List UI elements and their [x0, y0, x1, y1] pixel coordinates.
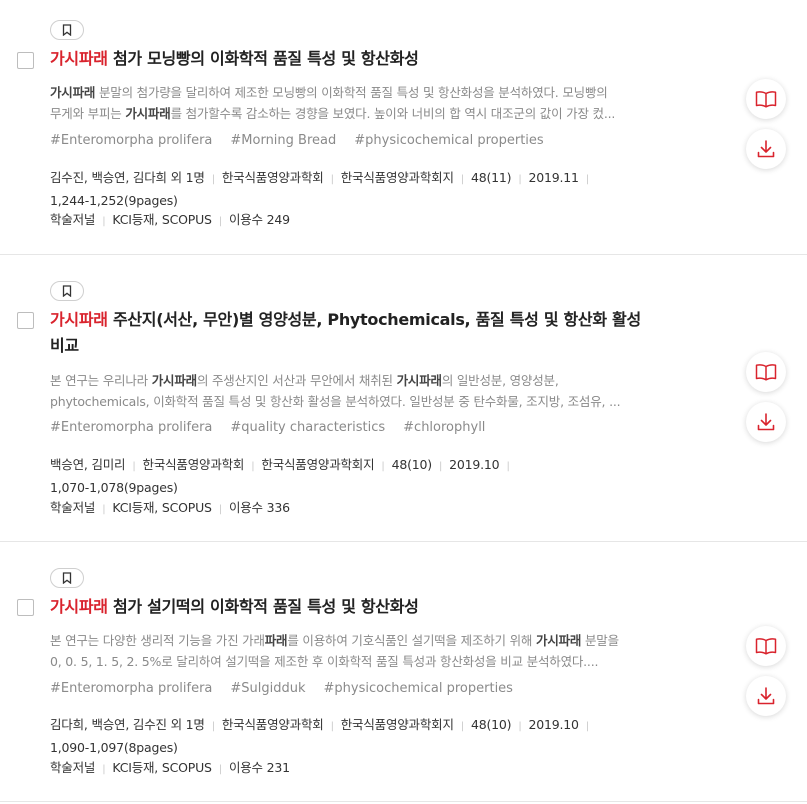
- keyword-tag[interactable]: #Sulgidduk: [230, 679, 305, 699]
- journal[interactable]: 한국식품영양과학회지: [341, 717, 454, 732]
- index-status: KCI등재, SCOPUS: [112, 212, 212, 227]
- date: 2019.10: [528, 717, 579, 732]
- volume[interactable]: 48(10): [471, 717, 512, 732]
- open-book-icon: [755, 364, 777, 381]
- pages: 1,070-1,078(9pages): [50, 480, 178, 495]
- read-button[interactable]: [746, 352, 786, 392]
- date: 2019.11: [528, 170, 579, 185]
- bookmark-icon: [62, 285, 72, 297]
- bookmark-button[interactable]: [50, 20, 84, 40]
- index-status: KCI등재, SCOPUS: [112, 760, 212, 775]
- keyword-tag[interactable]: #physicochemical properties: [354, 131, 543, 151]
- authors[interactable]: 김다희, 백승연, 김수진 외 1명: [50, 717, 205, 732]
- divider: [0, 541, 807, 542]
- result-info: 학술저널 | KCI등재, SCOPUS | 이용수 231: [50, 760, 290, 775]
- download-button[interactable]: [746, 402, 786, 442]
- download-icon: [757, 140, 775, 158]
- pages: 1,090-1,097(8pages): [50, 740, 178, 755]
- read-button[interactable]: [746, 626, 786, 666]
- download-icon: [757, 687, 775, 705]
- society[interactable]: 한국식품영양과학회: [143, 457, 245, 472]
- read-button[interactable]: [746, 79, 786, 119]
- journal[interactable]: 한국식품영양과학회지: [341, 170, 454, 185]
- keyword-tag[interactable]: #physicochemical properties: [324, 679, 513, 699]
- keyword-tag[interactable]: #chlorophyll: [403, 418, 485, 438]
- result-title[interactable]: 가시파래 주산지(서산, 무안)별 영양성분, Phytochemicals, …: [50, 307, 695, 359]
- result-abstract: 본 연구는 다양한 생리적 기능을 가진 가래파래를 이용하여 기호식품인 설기…: [50, 633, 619, 669]
- open-book-icon: [755, 91, 777, 108]
- keyword-tag[interactable]: #Enteromorpha prolifera: [50, 418, 212, 438]
- select-checkbox[interactable]: [17, 52, 34, 69]
- result-meta: 백승연, 김미리 | 한국식품영양과학회 | 한국식품영양과학회지 | 48(10) | 201…: [50, 454, 690, 498]
- keyword-tag[interactable]: #Enteromorpha prolifera: [50, 679, 212, 699]
- result-info: 학술저널 | KCI등재, SCOPUS | 이용수 336: [50, 500, 290, 515]
- keyword-tags: #Enteromorpha prolifera #quality charact…: [50, 418, 690, 438]
- society[interactable]: 한국식품영양과학회: [222, 717, 324, 732]
- download-icon: [757, 413, 775, 431]
- select-checkbox[interactable]: [17, 312, 34, 329]
- authors[interactable]: 김수진, 백승연, 김다희 외 1명: [50, 170, 205, 185]
- bookmark-icon: [62, 24, 72, 36]
- bookmark-button[interactable]: [50, 568, 84, 588]
- pages: 1,244-1,252(9pages): [50, 193, 178, 208]
- result-meta: 김수진, 백승연, 김다희 외 1명 | 한국식품영양과학회 | 한국식품영양과학회지 |…: [50, 167, 690, 211]
- select-checkbox[interactable]: [17, 599, 34, 616]
- result-info: 학술저널 | KCI등재, SCOPUS | 이용수 249: [50, 212, 290, 227]
- divider: [0, 801, 807, 802]
- bookmark-icon: [62, 572, 72, 584]
- bookmark-button[interactable]: [50, 281, 84, 301]
- result-title[interactable]: 가시파래 첨가 모닝빵의 이화학적 품질 특성 및 항산화성: [50, 46, 695, 72]
- keyword-tags: #Enteromorpha prolifera #Sulgidduk #phys…: [50, 679, 690, 699]
- result-title[interactable]: 가시파래 첨가 설기떡의 이화학적 품질 특성 및 항산화성: [50, 594, 695, 620]
- authors[interactable]: 백승연, 김미리: [50, 457, 126, 472]
- volume[interactable]: 48(11): [471, 170, 512, 185]
- index-status: KCI등재, SCOPUS: [112, 500, 212, 515]
- society[interactable]: 한국식품영양과학회: [222, 170, 324, 185]
- keyword-tag[interactable]: #Enteromorpha prolifera: [50, 131, 212, 151]
- open-book-icon: [755, 638, 777, 655]
- usage-count: 이용수 231: [228, 760, 290, 775]
- result-abstract: 본 연구는 우리나라 가시파래의 주생산지인 서산과 무안에서 채취된 가시파래…: [50, 373, 621, 409]
- result-abstract: 가시파래 분말의 첨가량을 달리하여 제조한 모닝빵의 이화학적 품질 특성 및…: [50, 85, 616, 121]
- download-button[interactable]: [746, 129, 786, 169]
- doc-type: 학술저널: [50, 212, 96, 227]
- divider: [0, 254, 807, 255]
- usage-count: 이용수 336: [228, 500, 290, 515]
- doc-type: 학술저널: [50, 500, 96, 515]
- keyword-tag[interactable]: #quality characteristics: [230, 418, 385, 438]
- journal[interactable]: 한국식품영양과학회지: [261, 457, 374, 472]
- doc-type: 학술저널: [50, 760, 96, 775]
- volume[interactable]: 48(10): [392, 457, 433, 472]
- result-meta: 김다희, 백승연, 김수진 외 1명 | 한국식품영양과학회 | 한국식품영양과학회지 |…: [50, 714, 690, 758]
- keyword-tag[interactable]: #Morning Bread: [230, 131, 336, 151]
- usage-count: 이용수 249: [228, 212, 290, 227]
- date: 2019.10: [449, 457, 500, 472]
- keyword-tags: #Enteromorpha prolifera #Morning Bread #…: [50, 131, 690, 151]
- download-button[interactable]: [746, 676, 786, 716]
